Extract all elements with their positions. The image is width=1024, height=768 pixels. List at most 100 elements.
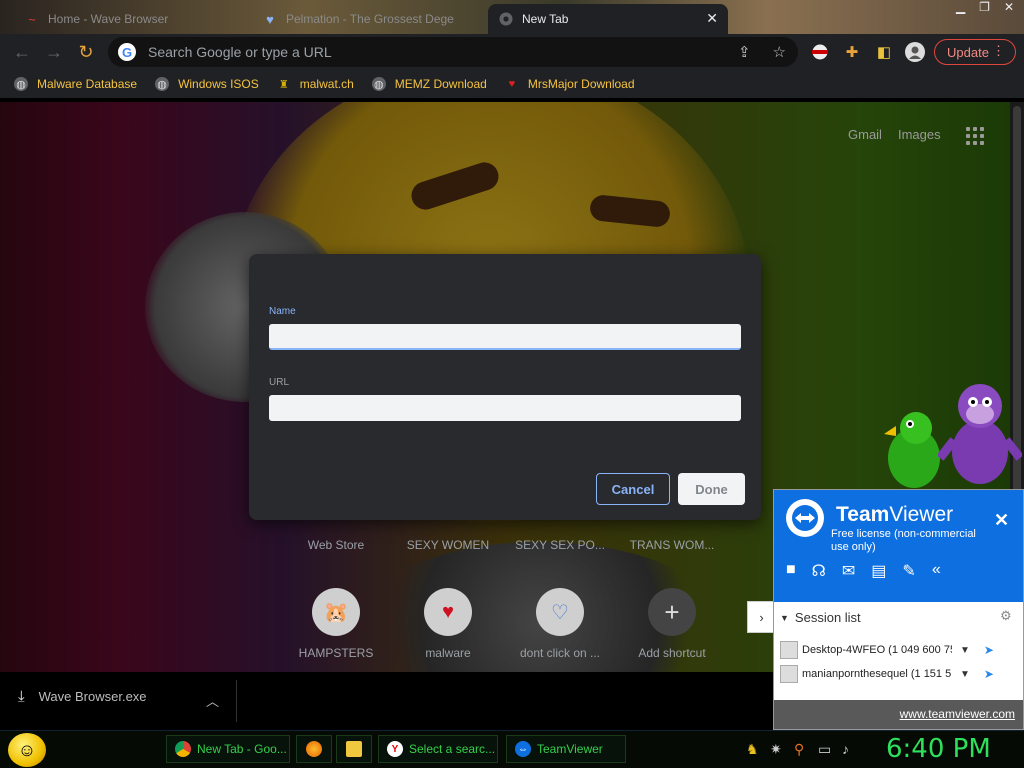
share-icon[interactable]: ⇪ — [738, 43, 751, 61]
menu-dots-icon[interactable]: ⋮ — [992, 43, 1005, 59]
triangle-down-icon: ▼ — [780, 612, 789, 623]
maximize-icon[interactable]: ❐ — [979, 0, 990, 14]
done-button[interactable]: Done — [678, 473, 745, 505]
globe-icon: ◍ — [155, 77, 170, 91]
tab-title: Pelmation - The Grossest Dege — [286, 12, 454, 26]
session-row[interactable]: manianpornthesequel (1 151 5 ▼ ➤ — [780, 664, 1016, 684]
extensions-puzzle-icon[interactable]: ✚ — [842, 42, 862, 62]
video-call-icon[interactable]: ■ — [786, 561, 796, 581]
dropdown-arrow-icon[interactable]: ▼ — [960, 645, 970, 656]
volume-icon[interactable]: ♪ — [842, 741, 849, 757]
shortcut-label: malware — [425, 646, 471, 660]
teamviewer-title-bold: Team — [836, 503, 890, 526]
session-list-header[interactable]: ▼ Session list — [780, 610, 861, 625]
tray-monitor-icon[interactable]: ▭ — [818, 741, 831, 758]
tray-search-icon[interactable]: ⚲ — [794, 741, 804, 758]
theme-eyebrow-right — [588, 193, 672, 229]
shortcut-sexy-sex-po[interactable]: SEXY SEX PO... — [504, 538, 616, 552]
close-icon[interactable]: ✕ — [994, 510, 1009, 531]
collapse-double-chevron-icon[interactable]: « — [932, 561, 941, 581]
forward-arrow-icon[interactable]: → — [38, 36, 70, 68]
bookmark-label: Windows ISOS — [178, 77, 259, 91]
taskbar-item-yandex[interactable]: Y Select a searc... — [378, 735, 498, 763]
bookmark-label: MEMZ Download — [394, 77, 487, 91]
taskbar-item-firefox[interactable] — [296, 735, 332, 763]
chrome-icon — [175, 741, 191, 757]
bookmark-memz-download[interactable]: ◍ MEMZ Download — [371, 77, 487, 91]
google-links: Gmail Images — [848, 127, 941, 142]
back-arrow-icon[interactable]: ← — [6, 36, 38, 68]
connect-cursor-icon[interactable]: ➤ — [984, 667, 994, 681]
teamviewer-expand-tab[interactable]: › — [747, 601, 775, 633]
connect-cursor-icon[interactable]: ➤ — [984, 643, 994, 657]
tray-bonzi-icon[interactable]: ♞ — [746, 741, 759, 758]
profile-flag-icon[interactable] — [810, 42, 830, 62]
chrome-icon — [498, 11, 514, 27]
taskbar-item-teamviewer[interactable]: ⇔ TeamViewer — [506, 735, 626, 763]
taskbar-item-folder[interactable] — [336, 735, 372, 763]
gmail-link[interactable]: Gmail — [848, 127, 882, 142]
gear-icon[interactable]: ⚙ — [1000, 608, 1012, 624]
avatar-icon[interactable] — [905, 42, 925, 62]
bonzi-buddy-icon[interactable] — [936, 378, 1024, 490]
apps-grid-icon[interactable] — [966, 127, 984, 145]
close-window-icon[interactable]: ✕ — [1004, 0, 1014, 14]
bookmark-malwatch[interactable]: ♜ malwat.ch — [277, 77, 354, 91]
teamviewer-header: TeamViewer Free license (non-commercial … — [774, 490, 1023, 602]
plus-icon: + — [648, 588, 696, 636]
shortcut-hampsters[interactable]: 🐹 HAMPSTERS — [280, 588, 392, 660]
taskbar-item-chrome[interactable]: New Tab - Goo... — [166, 735, 290, 763]
session-row[interactable]: Desktop-4WFEO (1 049 600 75 ▼ ➤ — [780, 640, 1016, 660]
shortcut-sexy-women[interactable]: SEXY WOMEN — [392, 538, 504, 552]
bookmark-mrsmajor-download[interactable]: ♥ MrsMajor Download — [505, 77, 635, 91]
close-tab-icon[interactable]: ✕ — [706, 10, 718, 27]
side-panel-icon[interactable]: ◧ — [874, 42, 894, 62]
tab-pelmation[interactable]: ♥ Pelmation - The Grossest Dege — [252, 4, 482, 34]
cancel-button[interactable]: Cancel — [596, 473, 670, 505]
minimize-icon[interactable]: ▁ — [956, 0, 965, 14]
session-list-label: Session list — [794, 610, 861, 625]
user-avatar-icon — [780, 665, 798, 683]
images-link[interactable]: Images — [898, 127, 941, 142]
taskbar: ☺ New Tab - Goo... Y Select a searc... ⇔… — [0, 730, 1024, 768]
shortcut-trans-wom[interactable]: TRANS WOM... — [616, 538, 728, 552]
star-icon[interactable]: ☆ — [773, 43, 786, 61]
chat-icon[interactable]: ✉ — [842, 561, 855, 581]
teamviewer-title-rest: Viewer — [889, 503, 954, 526]
heart-icon: ♥ — [508, 78, 516, 90]
teamviewer-logo-icon — [786, 499, 824, 537]
teamviewer-session-panel: ▼ Session list ⚙ Desktop-4WFEO (1 049 60… — [774, 602, 1023, 700]
tab-title: Home - Wave Browser — [48, 12, 169, 26]
bookmark-windows-isos[interactable]: ◍ Windows ISOS — [155, 77, 259, 91]
headset-icon[interactable]: ☊ — [812, 561, 826, 581]
shortcut-web-store[interactable]: Web Store — [280, 538, 392, 552]
teamviewer-license-text: Free license (non-commercial use only) — [831, 528, 976, 553]
update-button[interactable]: Update ⋮ — [934, 39, 1016, 65]
chevron-up-icon[interactable]: ︿ — [206, 691, 219, 710]
bookmark-label: Malware Database — [37, 77, 138, 91]
reload-icon[interactable]: ↻ — [70, 36, 102, 68]
tab-new-tab[interactable]: New Tab ✕ — [488, 4, 728, 34]
shortcut-dont-click-on[interactable]: ♡ dont click on ... — [504, 588, 616, 660]
taskbar-clock[interactable]: 6:40 PM — [886, 734, 991, 764]
tray-network-tools-icon[interactable]: ✷ — [770, 741, 782, 758]
start-smiley-icon[interactable]: ☺ — [8, 733, 46, 767]
google-icon: G — [118, 43, 136, 61]
name-label: Name — [269, 306, 296, 317]
omnibox[interactable]: G Search Google or type a URL ⇪ ☆ — [108, 37, 798, 67]
wave-icon: ~ — [28, 11, 36, 27]
shortcut-add[interactable]: + Add shortcut — [616, 588, 728, 660]
tab-title: New Tab — [522, 12, 569, 26]
brush-icon[interactable]: ✎ — [902, 561, 915, 581]
url-field[interactable] — [269, 395, 741, 421]
bookmarks-bar: ◍ Malware Database ◍ Windows ISOS ♜ malw… — [0, 70, 1024, 98]
name-field[interactable] — [269, 324, 741, 350]
file-transfer-icon[interactable]: ▤ — [871, 561, 886, 581]
malwatch-icon: ♜ — [278, 78, 289, 91]
dropdown-arrow-icon[interactable]: ▼ — [960, 669, 970, 680]
teamviewer-website-link[interactable]: www.teamviewer.com — [900, 707, 1015, 721]
download-item[interactable]: ⤓ Wave Browser.exe — [18, 688, 147, 705]
bookmark-malware-database[interactable]: ◍ Malware Database — [14, 77, 137, 91]
tab-wave-browser[interactable]: ~ Home - Wave Browser — [14, 4, 244, 34]
shortcut-malware[interactable]: ♥ malware — [392, 588, 504, 660]
